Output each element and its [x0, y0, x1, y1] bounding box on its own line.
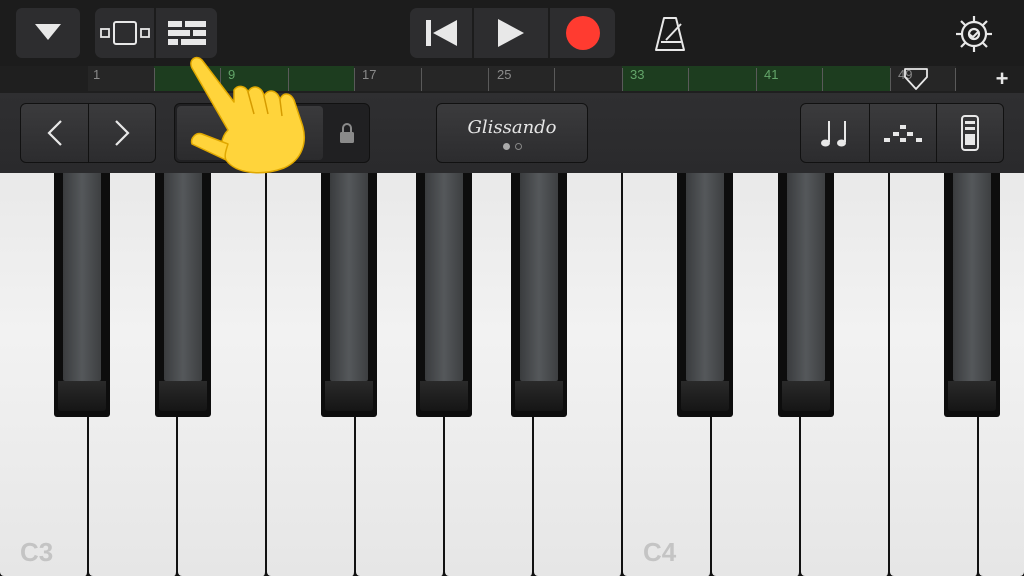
- settings-gear-icon: [956, 16, 992, 52]
- my-songs-menu-button[interactable]: [16, 8, 80, 58]
- key-lip: [420, 381, 468, 411]
- key-face: [164, 173, 202, 381]
- tracks-view-button[interactable]: [156, 8, 217, 58]
- black-key-c-sharp3[interactable]: [54, 173, 110, 417]
- go-to-start-button[interactable]: [410, 8, 474, 58]
- add-section-button[interactable]: +: [988, 65, 1016, 93]
- key-face: [425, 173, 463, 381]
- pointing-hand-icon: [190, 56, 305, 174]
- settings-button[interactable]: [952, 12, 996, 56]
- key-lip: [948, 381, 996, 411]
- go-to-start-icon: [426, 20, 457, 46]
- key-face: [953, 173, 991, 381]
- note-length-button[interactable]: [800, 103, 870, 163]
- key-lip: [681, 381, 729, 411]
- sustain-button[interactable]: [936, 103, 1004, 163]
- browser-view-button[interactable]: [95, 8, 156, 58]
- timeline-ruler[interactable]: 1 9 17 25 33 41 49 +: [0, 66, 1024, 93]
- bar-tick: [421, 68, 422, 91]
- piano-keyboard: C3 C4: [0, 173, 1024, 576]
- bar-tick: [890, 68, 891, 91]
- garageband-keyboard-screen: 1 9 17 25 33 41 49 + Glissando C3 C4: [0, 0, 1024, 576]
- black-key-c-sharp4[interactable]: [677, 173, 733, 417]
- key-face: [520, 173, 558, 381]
- top-toolbar: [0, 0, 1024, 66]
- key-label-c3: C3: [20, 537, 54, 567]
- black-key-f-sharp4[interactable]: [944, 173, 1000, 417]
- keyboard-controls-strip: Glissando: [0, 93, 1024, 173]
- sustain-slider-icon: [961, 115, 979, 151]
- bar-number: 41: [764, 67, 779, 82]
- chevron-right-icon: [115, 120, 130, 146]
- key-lip: [782, 381, 830, 411]
- bar-number: 25: [497, 67, 512, 82]
- key-lip: [159, 381, 207, 411]
- chevron-left-icon: [46, 120, 62, 146]
- bar-tick: [488, 68, 489, 91]
- bar-number: 1: [93, 67, 101, 82]
- metronome-icon: [655, 17, 685, 51]
- bar-tick: [622, 68, 623, 91]
- glissando-button[interactable]: Glissando: [436, 103, 588, 163]
- bar-tick: [822, 68, 823, 91]
- bar-number: 33: [630, 67, 645, 82]
- transport-controls: [410, 8, 615, 58]
- record-icon: [565, 16, 600, 50]
- key-label-c4: C4: [643, 537, 677, 567]
- playhead-marker-icon[interactable]: [904, 68, 928, 90]
- notes-icon: [821, 121, 846, 147]
- bar-number: 17: [362, 67, 377, 82]
- key-face: [787, 173, 825, 381]
- bar-tick: [154, 68, 155, 91]
- page-dot-active: [502, 142, 510, 150]
- key-face: [63, 173, 101, 381]
- bar-tick: [554, 68, 555, 91]
- key-lip: [515, 381, 563, 411]
- key-face: [330, 173, 368, 381]
- black-key-a-sharp3[interactable]: [511, 173, 567, 417]
- lock-icon: [340, 123, 354, 143]
- bar-tick: [756, 68, 757, 91]
- glissando-label: Glissando: [467, 116, 557, 138]
- tracks-view-icon: [167, 21, 206, 45]
- key-lip: [325, 381, 373, 411]
- key-face: [686, 173, 724, 381]
- view-switcher: [95, 8, 217, 58]
- page-indicator: [502, 142, 522, 150]
- metronome-button[interactable]: [648, 12, 692, 56]
- octave-down-button[interactable]: [20, 103, 89, 163]
- arpeggiator-button[interactable]: [869, 103, 937, 163]
- black-key-d-sharp3[interactable]: [155, 173, 211, 417]
- black-key-f-sharp3[interactable]: [321, 173, 377, 417]
- bar-tick: [955, 68, 956, 91]
- black-key-g-sharp3[interactable]: [416, 173, 472, 417]
- black-key-d-sharp4[interactable]: [778, 173, 834, 417]
- bar-tick: [354, 68, 355, 91]
- browser-view-icon: [99, 21, 150, 45]
- arpeggiator-icon: [884, 125, 922, 142]
- play-icon: [498, 19, 524, 47]
- page-dot: [514, 142, 522, 150]
- bar-tick: [688, 68, 689, 91]
- record-button[interactable]: [550, 8, 615, 58]
- key-lip: [58, 381, 106, 411]
- triangle-down-icon: [35, 24, 61, 40]
- octave-up-button[interactable]: [88, 103, 156, 163]
- play-button[interactable]: [474, 8, 550, 58]
- lock-button[interactable]: [327, 106, 367, 160]
